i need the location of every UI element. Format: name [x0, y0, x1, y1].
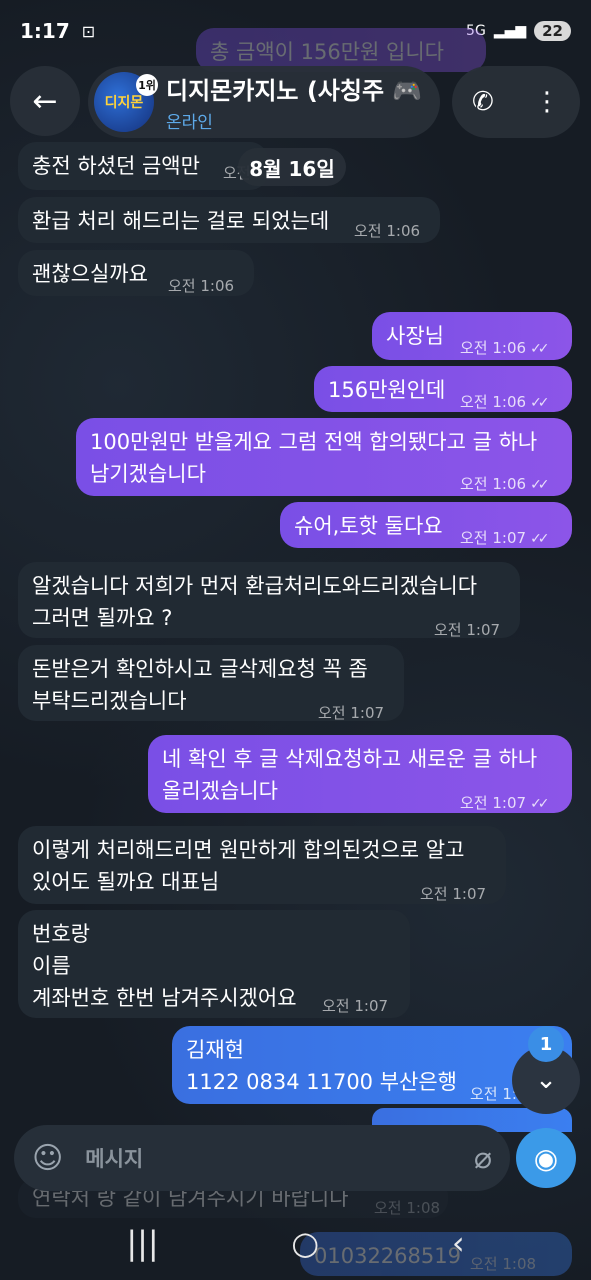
- gamepad-emoji-icon: 🎮: [392, 77, 423, 105]
- message-text: 156만원인데: [328, 378, 446, 402]
- paperclip-icon[interactable]: ⌀: [474, 1141, 492, 1176]
- arrow-left-icon: ←: [32, 83, 58, 119]
- message-text: 이렇게 처리해드리면 원만하게 합의된것으로 알고: [32, 838, 465, 862]
- avatar: 디지몬 1위: [94, 72, 158, 132]
- phone-icon[interactable]: ✆: [472, 87, 494, 117]
- message-time: 오전 1:07: [420, 885, 487, 903]
- avatar-text: 디지몬: [104, 95, 144, 111]
- camera-button[interactable]: ◉: [516, 1128, 576, 1188]
- message-input-bar[interactable]: ☺ 메시지 ⌀: [14, 1125, 510, 1191]
- message-time: 오전 1:07: [434, 621, 501, 639]
- camera-icon: ◉: [533, 1141, 559, 1175]
- read-ticks-icon: ✓✓: [530, 477, 550, 493]
- read-ticks-icon: ✓✓: [530, 395, 550, 411]
- signal-icon: ▂▄▆: [493, 23, 527, 39]
- message-text: 괜찮으실까요: [32, 262, 148, 286]
- back-nav-icon[interactable]: ‹: [452, 1224, 465, 1262]
- message-input[interactable]: 메시지: [85, 1143, 143, 1173]
- message-time: 오전 1:07: [318, 704, 385, 722]
- back-button[interactable]: ←: [10, 66, 80, 136]
- message-text-line2: 이름: [32, 954, 71, 978]
- chevron-down-icon: ⌄: [535, 1065, 557, 1095]
- recent-apps-icon[interactable]: |||: [126, 1224, 158, 1262]
- message-time: 오전 1:07: [460, 529, 527, 547]
- message-time: 오전 1:07: [322, 997, 389, 1015]
- message-text: 돈받은거 확인하시고 글삭제요청 꼭 좀: [32, 657, 368, 681]
- message-text: 사장님: [386, 324, 444, 348]
- message-time: 오전 1:06: [460, 475, 527, 493]
- message-in[interactable]: 이렇게 처리해드리면 원만하게 합의된것으로 알고 있어도 될까요 대표님 오전…: [18, 826, 506, 904]
- message-text: 번호랑: [32, 922, 90, 946]
- message-text: 네 확인 후 글 삭제요청하고 새로운 글 하나: [162, 747, 538, 771]
- message-out[interactable]: 김재현 1122 0834 11700 부산은행 오전 1:0: [172, 1026, 572, 1104]
- message-in[interactable]: 돈받은거 확인하시고 글삭제요청 꼭 좀 부탁드리겠습니다 오전 1:07: [18, 645, 404, 722]
- chat-title: 디지몬카지노 (사칭주 🎮: [166, 77, 423, 105]
- message-in[interactable]: 환급 처리 해드리는 걸로 되었는데 오전 1:06: [18, 197, 440, 243]
- message-out[interactable]: 사장님 오전 1:06 ✓✓: [372, 312, 572, 360]
- status-time: 1:17: [20, 19, 70, 43]
- message-time: 오전 1:06: [460, 339, 527, 357]
- message-text: 환급 처리 해드리는 걸로 되었는데: [32, 209, 330, 233]
- message-in[interactable]: 번호랑 이름 계좌번호 한번 남겨주시겠어요 오전 1:07: [18, 910, 410, 1018]
- message-time: 오전 1:06: [460, 393, 527, 411]
- chat-header[interactable]: 디지몬 1위 디지몬카지노 (사칭주 🎮 온라인: [88, 66, 440, 138]
- system-nav-bar: ||| ○ ‹: [0, 1205, 591, 1280]
- message-in[interactable]: 충전 하셨던 금액만 오전: [18, 142, 268, 190]
- message-text: 슈어,토핫 둘다요: [294, 514, 443, 538]
- message-time: 오전 1:07: [460, 794, 527, 812]
- screen-record-icon: ⊡: [81, 21, 96, 41]
- message-text: 총 금액이 156만원 입니다: [210, 40, 444, 64]
- emoji-icon[interactable]: ☺: [32, 1141, 63, 1176]
- message-time: 오전 1:06: [168, 277, 235, 295]
- message-time: 오전 1:06: [354, 222, 421, 240]
- read-ticks-icon: ✓✓: [530, 341, 550, 357]
- home-icon[interactable]: ○: [291, 1224, 319, 1262]
- battery-indicator: 22: [534, 21, 571, 41]
- message-out[interactable]: 156만원인데 오전 1:06 ✓✓: [314, 366, 572, 412]
- avatar-rank-badge: 1위: [136, 74, 158, 96]
- message-text: 김재현: [186, 1038, 244, 1062]
- chat-status: 온라인: [166, 113, 213, 133]
- message-in[interactable]: 알겠습니다 저희가 먼저 환급처리도와드리겠습니다 그러면 될까요 ? 오전 1…: [18, 562, 520, 639]
- message-out[interactable]: 100만원만 받을게요 그럼 전액 합의됐다고 글 하나 남기겠습니다 오전 1…: [76, 418, 572, 496]
- read-ticks-icon: ✓✓: [530, 531, 550, 547]
- date-separator: 8월 16일: [238, 148, 346, 186]
- message-text: 알겠습니다 저희가 먼저 환급처리도와드리겠습니다: [32, 574, 478, 598]
- more-vert-icon[interactable]: ⋮: [534, 87, 560, 117]
- read-ticks-icon: ✓✓: [530, 796, 550, 812]
- message-out[interactable]: 네 확인 후 글 삭제요청하고 새로운 글 하나 올리겠습니다 오전 1:07 ✓…: [148, 735, 572, 813]
- message-in[interactable]: 괜찮으실까요 오전 1:06: [18, 250, 254, 296]
- message-out[interactable]: 슈어,토핫 둘다요 오전 1:07 ✓✓: [280, 502, 572, 548]
- message-text: 충전 하셨던 금액만: [32, 154, 200, 178]
- header-actions: ✆ ⋮: [452, 66, 580, 138]
- message-text: 100만원만 받을게요 그럼 전액 합의됐다고 글 하나: [90, 430, 538, 454]
- unread-count-badge: 1: [528, 1026, 564, 1062]
